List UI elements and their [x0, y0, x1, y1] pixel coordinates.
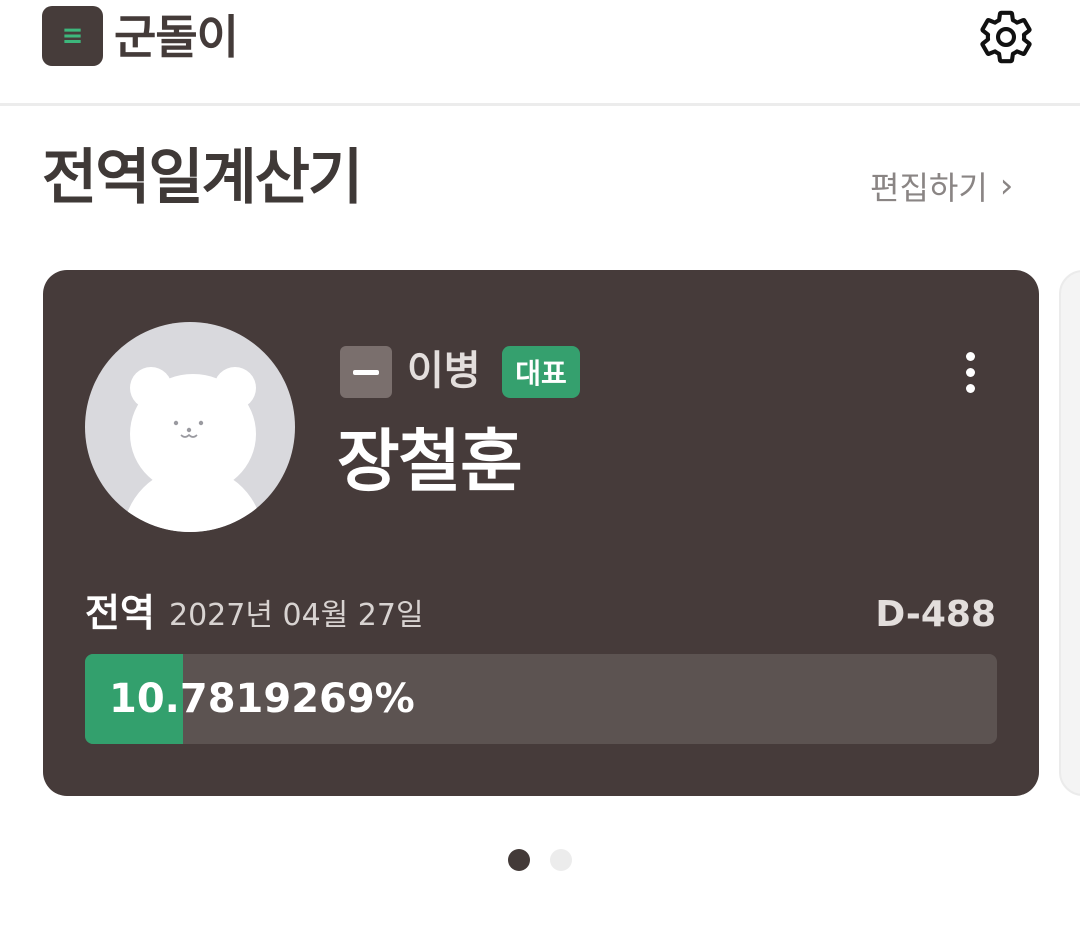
app-title: 군돌이 [114, 10, 239, 64]
edit-label: 편집하기 [870, 169, 988, 207]
bear-avatar-icon [123, 367, 263, 532]
rank-label: 이병 [407, 348, 481, 394]
app-bar: ≡ 군돌이 [0, 0, 1080, 106]
progress-percent: 10.7819269% [109, 676, 415, 722]
more-vertical-icon[interactable] [948, 346, 992, 398]
rank-private-first-class-icon [340, 346, 392, 398]
menu-lines-icon[interactable]: ≡ [42, 6, 103, 66]
person-name: 장철훈 [337, 423, 523, 502]
service-progress-bar: 10.7819269% [85, 654, 997, 744]
page-dot-2[interactable] [550, 849, 572, 871]
next-card-peek[interactable] [1059, 270, 1080, 796]
avatar [85, 322, 295, 532]
chevron-right-icon: › [999, 166, 1014, 206]
representative-badge: 대표 [502, 346, 580, 398]
edit-link[interactable]: 편집하기 › [870, 164, 1013, 208]
page-indicator [508, 848, 572, 872]
discharge-date: 2027년 04월 27일 [169, 598, 424, 633]
dday-counter: D-488 [875, 594, 996, 635]
page-dot-1[interactable] [508, 849, 530, 871]
discharge-card[interactable]: 이병 대표 장철훈 전역 2027년 04월 27일 D-488 10.7819… [43, 270, 1039, 796]
page-title: 전역일계산기 [42, 143, 363, 213]
gear-icon [980, 10, 1032, 64]
settings-button[interactable] [974, 6, 1038, 68]
discharge-label: 전역 [85, 591, 155, 635]
